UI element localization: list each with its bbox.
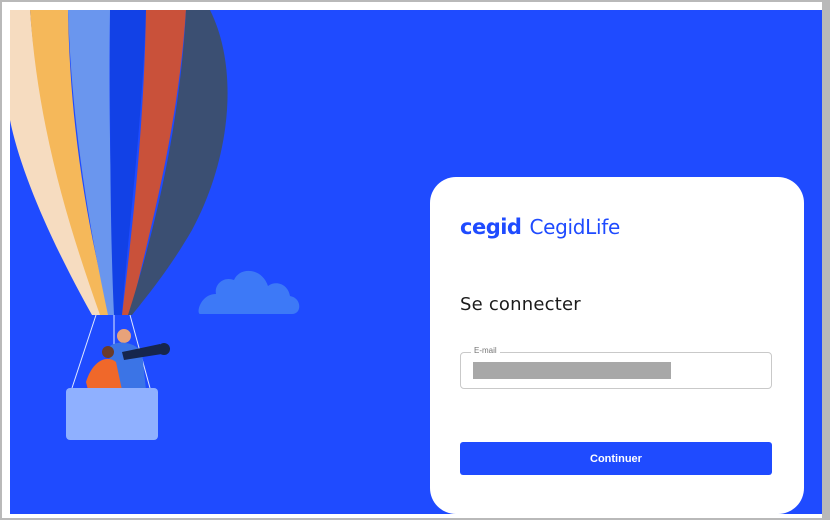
login-page: cegid CegidLife Se connecter E-mail Cont… [10, 10, 822, 514]
email-field[interactable]: E-mail [460, 346, 772, 389]
person-head [117, 329, 131, 343]
continue-button[interactable]: Continuer [460, 442, 772, 475]
balloon-basket [66, 388, 158, 440]
browser-viewport: cegid CegidLife Se connecter E-mail Cont… [0, 0, 830, 520]
logo-cegid-wordmark: cegid [460, 215, 522, 239]
hot-air-balloon-illustration [10, 10, 300, 440]
email-field-label: E-mail [471, 346, 500, 355]
login-card: cegid CegidLife Se connecter E-mail Cont… [430, 177, 804, 514]
email-field-value-redacted[interactable] [473, 362, 671, 379]
cegid-logo: cegid CegidLife [460, 215, 620, 239]
logo-product-name: CegidLife [529, 215, 621, 239]
login-title: Se connecter [460, 294, 581, 315]
child-head [102, 346, 114, 358]
cloud-icon [198, 270, 300, 314]
